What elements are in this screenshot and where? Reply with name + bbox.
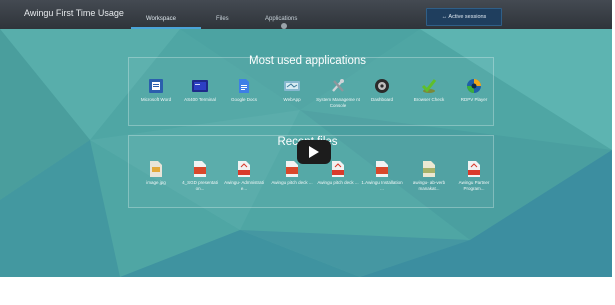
word-icon [149,79,163,93]
active-sessions-label: Active sessions [448,14,487,20]
video-frame[interactable]: Awingu First Time Usage Workspace Files … [0,0,612,277]
app-webapp[interactable]: WebApp [270,78,314,103]
checkmark-icon [421,79,437,93]
pdf-file-icon [238,161,250,177]
app-system-management-console[interactable]: System Manageme nt Console [316,78,360,108]
app-label: Browser Check [413,97,445,102]
file-awingu-pitch-deck-pdf[interactable]: Awingu pitch deck ... [316,161,360,186]
google-docs-icon [239,79,249,93]
app-dashboard[interactable]: Dashboard [360,78,404,103]
file-awingu-pitch-deck-pptx[interactable]: Awingu pitch deck ... [270,161,314,186]
tab-files[interactable]: Files [216,16,229,22]
file-label: Awingu pitch deck ... [317,180,359,185]
media-player-icon [467,79,481,93]
pptx-file-icon [194,161,206,177]
pdf-file-icon [468,161,480,177]
tab-applications[interactable]: Applications [265,16,297,22]
tools-icon [332,79,344,92]
tab-workspace[interactable]: Workspace [146,16,176,22]
app-label: Microsoft Word [140,97,172,102]
file-label: 4_SGD presentati on... [182,180,218,191]
pptx-file-icon [286,161,298,177]
active-tab-indicator [131,27,201,29]
app-title: Awingu First Time Usage [24,8,124,18]
app-label: AS400 Terminal [184,97,216,102]
file-label: Awingu Partner Program... [458,180,490,191]
app-label: WebApp [283,97,301,102]
file-awingu-installation[interactable]: 1.Awingu Installation ... [360,161,404,191]
top-bar: Awingu First Time Usage Workspace Files … [0,0,612,29]
html-file-icon [423,161,435,177]
dashboard-icon [375,79,389,93]
webapp-icon [284,81,300,91]
apps-section-title: Most used applications [249,55,366,67]
file-4-sgd-presentation[interactable]: 4_SGD presentati on... [178,161,222,191]
pdf-file-icon [332,161,344,177]
app-google-docs[interactable]: Google Docs [222,78,266,103]
file-label: image.jpg [146,180,166,185]
app-label: Google Docs [230,97,257,102]
file-image-jpg[interactable]: image.jpg [134,161,178,186]
file-awingu-partner-program[interactable]: Awingu Partner Program... [452,161,496,191]
app-microsoft-word[interactable]: Microsoft Word [134,78,178,103]
applications-indicator-icon [281,23,287,29]
app-label: RDPV Player [460,97,488,102]
active-sessions-button[interactable]: ↔ Active sessions [426,8,502,26]
app-label: Dashboard [370,97,393,102]
file-label: Awingu- Admnistrati e... [224,180,264,191]
video-play-button[interactable] [297,140,331,164]
terminal-icon [192,80,208,92]
file-awingu-html[interactable]: awingu- ab-verb manakat... [407,161,451,191]
app-label: System Manageme nt Console [316,97,360,108]
file-label: awingu- ab-verb manakat... [412,180,446,191]
app-as400-terminal[interactable]: AS400 Terminal [178,78,222,103]
play-icon [309,146,319,158]
file-awingu-administrative[interactable]: Awingu- Admnistrati e... [222,161,266,191]
pptx-file-icon [376,161,388,177]
image-file-icon [150,161,162,177]
app-rdpv-player[interactable]: RDPV Player [452,78,496,103]
app-browser-check[interactable]: Browser Check [407,78,451,103]
file-label: 1.Awingu Installation ... [361,180,403,191]
file-label: Awingu pitch deck ... [271,180,313,185]
